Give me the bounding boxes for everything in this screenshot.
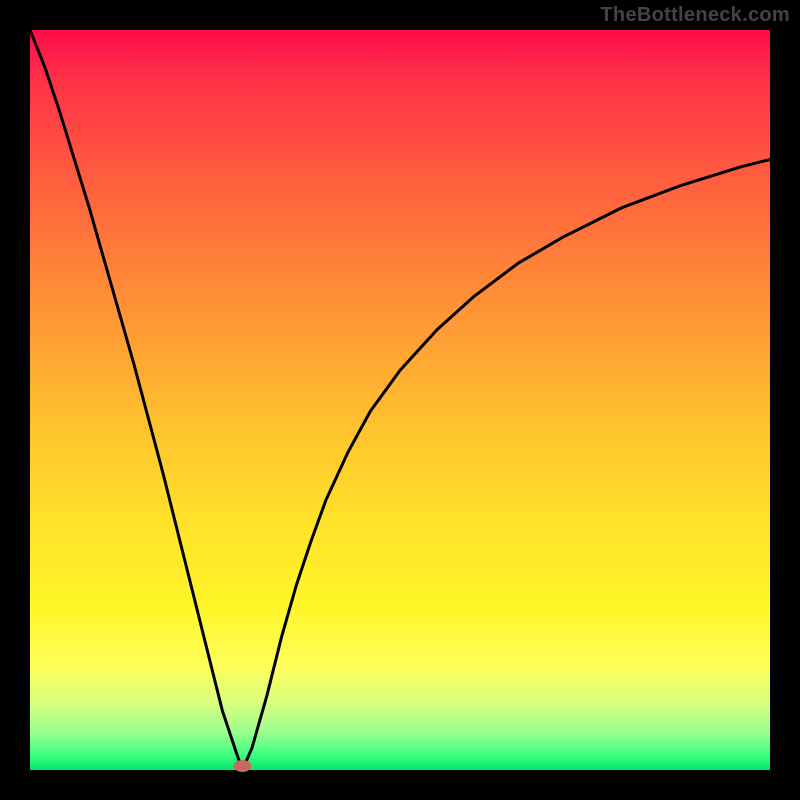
watermark-text: TheBottleneck.com xyxy=(600,4,790,27)
curve-right-branch xyxy=(242,160,770,771)
chart-svg xyxy=(30,30,770,770)
minimum-marker xyxy=(233,760,251,772)
curve-left-branch xyxy=(30,30,242,770)
plot-area xyxy=(30,30,770,770)
chart-stage: TheBottleneck.com xyxy=(0,0,800,800)
